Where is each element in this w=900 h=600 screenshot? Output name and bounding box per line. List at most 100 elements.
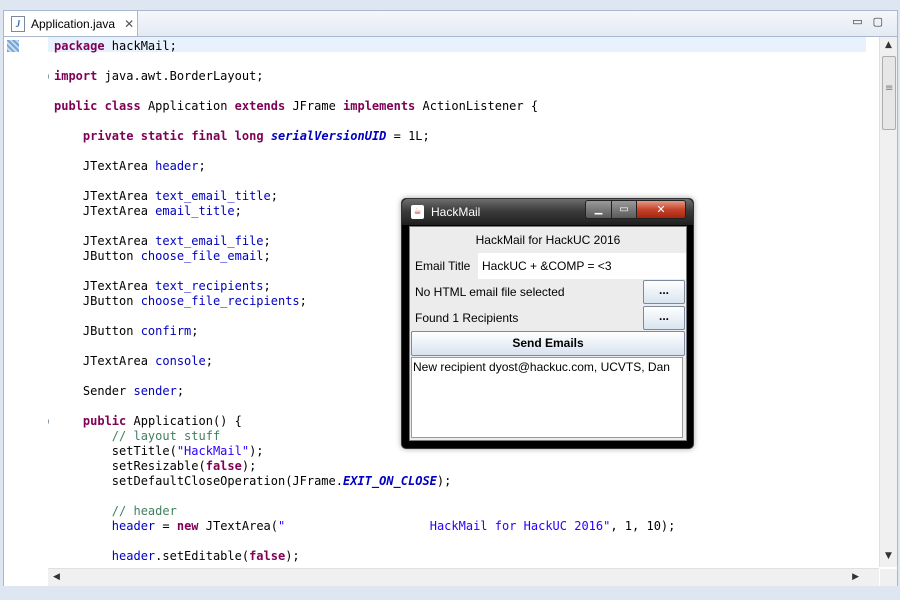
code-token: , 1, 10); — [610, 519, 676, 533]
scroll-down-icon[interactable]: ▼ — [885, 551, 892, 561]
vertical-scroll-thumb[interactable] — [882, 56, 896, 130]
code-token: text_email_title — [155, 189, 271, 203]
email-title-field[interactable]: HackUC + &COMP = <3 — [478, 253, 686, 279]
code-token: .setEditable( — [155, 549, 250, 563]
app-header: HackMail for HackUC 2016 — [410, 227, 686, 253]
code-text: JButton confirm; — [54, 324, 199, 339]
code-token: choose_file_recipients — [140, 294, 300, 308]
code-text: // layout stuff — [54, 429, 220, 444]
close-button[interactable]: ✕ — [636, 200, 686, 219]
code-token: setDefaultCloseOperation(JFrame. — [54, 474, 343, 488]
code-token: JButton — [54, 294, 141, 308]
code-token: class — [104, 99, 141, 113]
code-text: public class Application extends JFrame … — [54, 99, 538, 114]
code-text: private static final long serialVersionU… — [54, 129, 430, 144]
code-token: JFrame — [285, 99, 344, 113]
code-token: public — [54, 99, 98, 113]
maximize-button[interactable]: ▭ — [611, 200, 637, 219]
code-text: JTextArea text_email_file; — [54, 234, 271, 249]
quick-diff-marker-icon — [7, 40, 19, 52]
code-token: new — [176, 519, 199, 533]
code-token: header — [111, 519, 156, 533]
tab-application-java[interactable]: J Application.java ✕ — [4, 11, 138, 37]
code-token: ); — [436, 474, 452, 488]
scroll-right-icon[interactable]: ▶ — [852, 572, 859, 582]
code-token: Application — [140, 99, 235, 113]
code-token: setResizable( — [54, 459, 206, 473]
code-token: ; — [198, 159, 206, 173]
code-token: ; — [191, 324, 199, 338]
code-token: console — [155, 354, 206, 368]
collapse-fold-icon[interactable]: − — [48, 417, 49, 426]
send-emails-button[interactable]: Send Emails — [411, 331, 685, 356]
scroll-up-icon[interactable]: ▲ — [885, 40, 892, 50]
code-token: ; — [263, 234, 271, 248]
code-token: ; — [270, 189, 278, 203]
code-token: text_email_file — [155, 234, 264, 248]
code-token: ); — [241, 459, 257, 473]
code-token: // header — [111, 504, 177, 518]
code-token: Sender — [54, 384, 134, 398]
code-token: JTextArea — [54, 279, 156, 293]
tab-label: Application.java — [31, 17, 116, 31]
code-text: Sender sender; — [54, 384, 184, 399]
console-output[interactable]: New recipient dyost@hackuc.com, UCVTS, D… — [411, 357, 683, 438]
code-token: header — [155, 159, 199, 173]
code-token: final — [191, 129, 228, 143]
code-token: ; — [205, 354, 213, 368]
maximize-view-icon[interactable]: ▢ — [873, 15, 883, 28]
code-text: JButton choose_file_email; — [54, 249, 271, 264]
code-token: // layout stuff — [111, 429, 221, 443]
code-text: setTitle("HackMail"); — [54, 444, 264, 459]
minimize-view-icon[interactable]: ▭ — [852, 15, 862, 28]
code-token: ActionListener { — [415, 99, 539, 113]
close-tab-icon[interactable]: ✕ — [124, 17, 134, 31]
choose-recipients-file-button[interactable]: ... — [643, 306, 685, 330]
code-text: JButton choose_file_recipients; — [54, 294, 307, 309]
recipients-label: Found 1 Recipients — [415, 311, 519, 325]
code-token: false — [205, 459, 242, 473]
code-token: ); — [285, 549, 300, 563]
vertical-scrollbar[interactable]: ▲ ▼ — [879, 37, 897, 567]
code-token: JButton — [54, 249, 141, 263]
code-text: public Application() { — [54, 414, 242, 429]
code-token: static — [140, 129, 185, 143]
view-controls: ▭ ▢ — [852, 15, 883, 28]
code-token: " HackMail for HackUC 2016" — [278, 519, 611, 533]
email-title-label: Email Title — [415, 259, 471, 273]
code-token: sender — [133, 384, 177, 398]
code-token: false — [249, 549, 286, 563]
code-token: hackMail; — [104, 39, 177, 53]
line-number-ruler — [4, 37, 48, 567]
code-token: header — [111, 549, 156, 563]
code-token: confirm — [140, 324, 192, 338]
code-token: setTitle( — [54, 444, 177, 458]
code-token: = 1L; — [386, 129, 430, 143]
code-token: JTextArea — [54, 204, 156, 218]
scroll-left-icon[interactable]: ◀ — [53, 572, 60, 582]
code-token: long — [234, 129, 264, 143]
code-token: ; — [263, 249, 271, 263]
status-strip — [0, 586, 900, 600]
expand-fold-icon[interactable]: + — [48, 72, 49, 81]
minimize-button[interactable]: ▁ — [585, 200, 612, 219]
code-token: ; — [176, 384, 185, 398]
window-content: HackMail for HackUC 2016 Email Title Hac… — [409, 226, 687, 441]
code-token: JTextArea — [54, 354, 156, 368]
java-file-icon: J — [11, 16, 25, 32]
horizontal-scrollbar[interactable]: ◀ ▶ — [48, 568, 879, 586]
choose-email-file-button[interactable]: ... — [643, 280, 685, 304]
code-text: // header — [54, 504, 177, 519]
window-title-bar[interactable]: ☕ HackMail ▁ ▭ ✕ — [402, 199, 693, 225]
editor-tab-bar: J Application.java ✕ ▭ ▢ — [3, 10, 898, 37]
code-token: JButton — [54, 324, 141, 338]
code-token: ; — [234, 204, 242, 218]
code-text: header = new JTextArea(" HackMail for Ha… — [54, 519, 676, 534]
